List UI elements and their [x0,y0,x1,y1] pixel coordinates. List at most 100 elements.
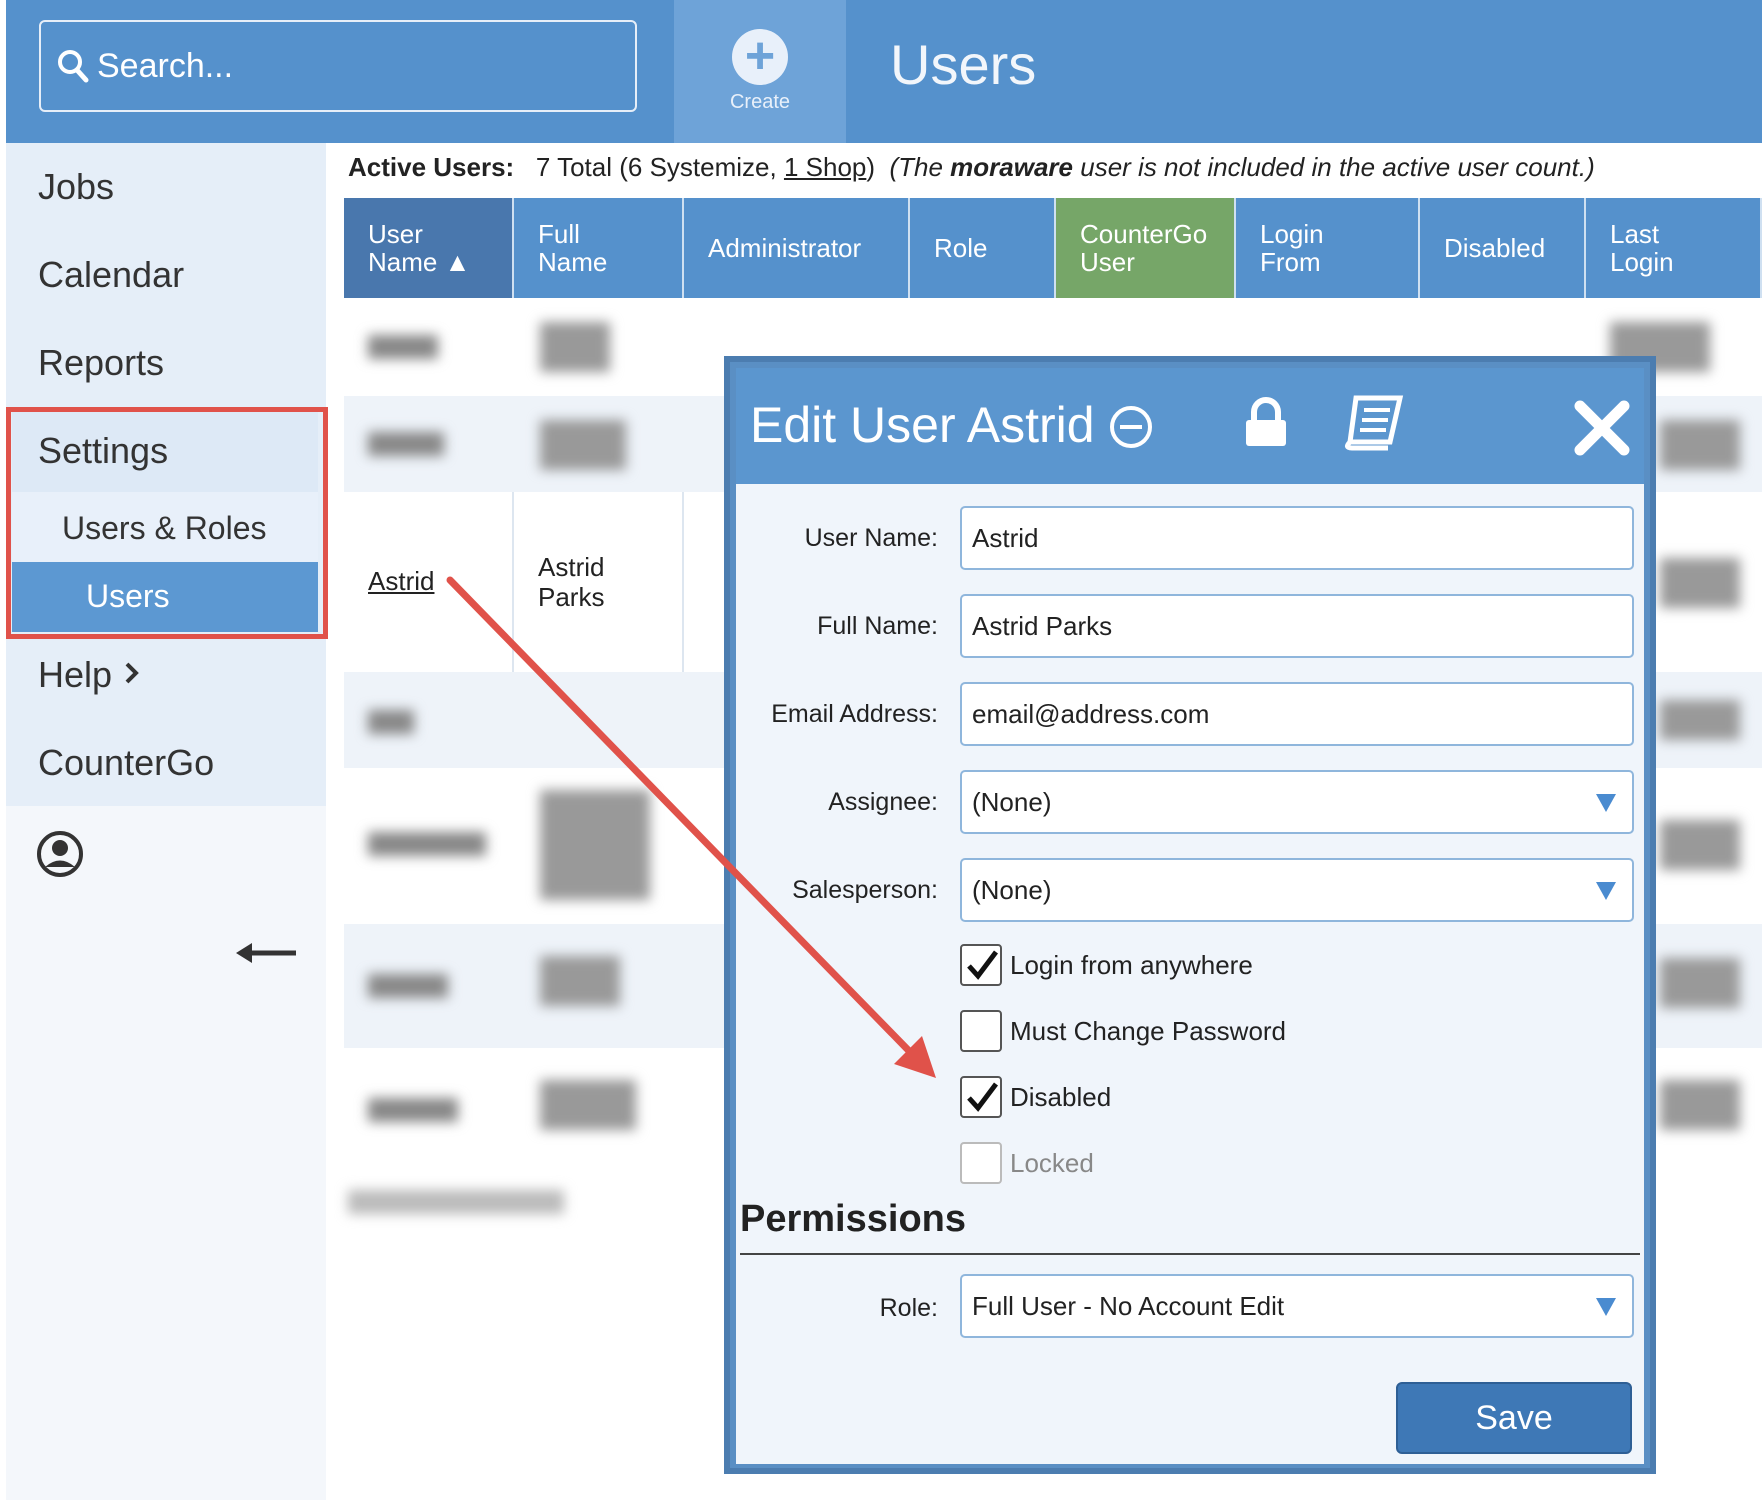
must-change-password-label: Must Change Password [1010,1016,1287,1046]
active-users-total: 7 Total (6 Systemize, [535,152,784,182]
blurred-text [1660,420,1740,470]
column-divider [512,492,514,672]
blurred-text [1660,958,1740,1008]
highlight-box [6,407,328,639]
col-user-name[interactable]: User Name ▲ [344,198,514,298]
sidebar-item-calendar[interactable]: Calendar [38,254,184,296]
locked-label: Locked [1010,1148,1094,1178]
email-field[interactable]: email@address.com [960,682,1634,746]
create-button[interactable]: + Create [674,0,846,143]
salesperson-select[interactable]: (None) [960,858,1634,922]
blurred-text [1660,700,1740,740]
email-label: Email Address: [771,700,938,728]
col-full-name[interactable]: Full Name [514,198,684,298]
chevron-right-icon [124,661,140,690]
book-icon[interactable] [1342,394,1404,457]
blurred-text [368,710,414,734]
user-avatar-icon[interactable] [36,830,84,883]
full-name-line: Parks [538,582,605,612]
blurred-text [540,420,626,470]
blurred-text [1660,558,1740,608]
blurred-text [540,956,620,1006]
users-table-header: User Name ▲ Full Name Administrator Role C… [344,198,1762,298]
dialog-title: Edit User Astrid [750,397,1095,453]
blurred-text [1660,1080,1740,1130]
col-administrator[interactable]: Administrator [684,198,910,298]
dropdown-arrow-icon [1596,794,1616,812]
blurred-text [368,974,448,998]
col-last-login[interactable]: Last Login [1586,198,1762,298]
plus-circle-icon: + [732,29,788,85]
col-role[interactable]: Role [910,198,1056,298]
blurred-text [348,1190,564,1214]
col-label: Name [538,247,608,277]
create-label: Create [729,91,791,113]
col-label: Name ▲ [368,247,471,277]
lock-icon[interactable] [1244,396,1288,453]
assignee-value: (None) [972,786,1052,817]
col-label: Last [1610,219,1660,249]
disabled-label: Disabled [1010,1082,1112,1112]
login-anywhere-checkbox[interactable] [960,944,1002,986]
user-name-label: User Name: [804,524,938,552]
blurred-text [1660,820,1740,870]
role-value: Full User - No Account Edit [972,1290,1285,1321]
astrid-user-link[interactable]: Astrid [368,566,434,597]
sidebar-item-help-label: Help [38,654,113,695]
active-users-label: Active Users: [348,152,515,182]
blurred-text [540,1080,636,1130]
sidebar-item-jobs[interactable]: Jobs [38,166,114,208]
active-users-close: ) [866,152,876,182]
full-name-line: Astrid [538,552,605,582]
col-label: CounterGo [1080,219,1208,249]
assignee-label: Assignee: [828,788,938,816]
col-label: Administrator [708,233,862,263]
salesperson-value: (None) [972,874,1052,905]
search-input[interactable]: Search... [39,20,637,112]
blurred-text [368,432,444,456]
col-label: Login [1610,247,1674,277]
column-divider [682,492,684,672]
col-countergo-user[interactable]: CounterGo User [1056,198,1236,298]
col-label: Login [1260,219,1324,249]
col-login-from[interactable]: Login From [1236,198,1420,298]
collapse-arrow-icon[interactable] [236,940,298,971]
col-label: User [368,219,423,249]
close-icon[interactable] [1574,400,1630,461]
sidebar-item-reports[interactable]: Reports [38,342,164,384]
blurred-text [368,832,486,856]
must-change-password-checkbox[interactable] [960,1010,1002,1052]
col-disabled[interactable]: Disabled [1420,198,1586,298]
search-icon [58,50,89,83]
dropdown-arrow-icon [1596,882,1616,900]
sidebar-item-countergo[interactable]: CounterGo [38,742,214,784]
permissions-heading: Permissions [740,1198,966,1240]
active-users-summary: Active Users: 7 Total (6 Systemize, 1 Sh… [348,152,1595,183]
page-title: Users [890,33,1037,96]
blurred-text [540,790,650,900]
save-button[interactable]: Save [1396,1382,1632,1454]
shop-link[interactable]: 1 Shop [784,152,866,182]
dropdown-arrow-icon [1596,1298,1616,1316]
checkmark-icon [967,950,998,980]
login-anywhere-label: Login from anywhere [1010,950,1253,980]
col-label: User [1080,247,1135,277]
sidebar-item-help[interactable]: Help [38,654,140,696]
blurred-text [368,1098,458,1122]
disabled-checkbox[interactable] [960,1076,1002,1118]
salesperson-label: Salesperson: [792,876,938,904]
col-label: Role [934,233,988,263]
user-name-field[interactable]: Astrid [960,506,1634,570]
role-select[interactable]: Full User - No Account Edit [960,1274,1634,1338]
blurred-text [540,322,610,372]
note-post: user is not included in the active user … [1073,152,1595,182]
note-bold: moraware [950,152,1074,182]
col-label: Full [538,219,580,249]
assignee-select[interactable]: (None) [960,770,1634,834]
astrid-full-name: Astrid Parks [538,552,604,612]
full-name-field[interactable]: Astrid Parks [960,594,1634,658]
minus-circle-icon[interactable] [1108,404,1154,455]
divider [740,1253,1640,1255]
col-label: From [1260,247,1321,277]
note-pre: (The [889,152,951,182]
